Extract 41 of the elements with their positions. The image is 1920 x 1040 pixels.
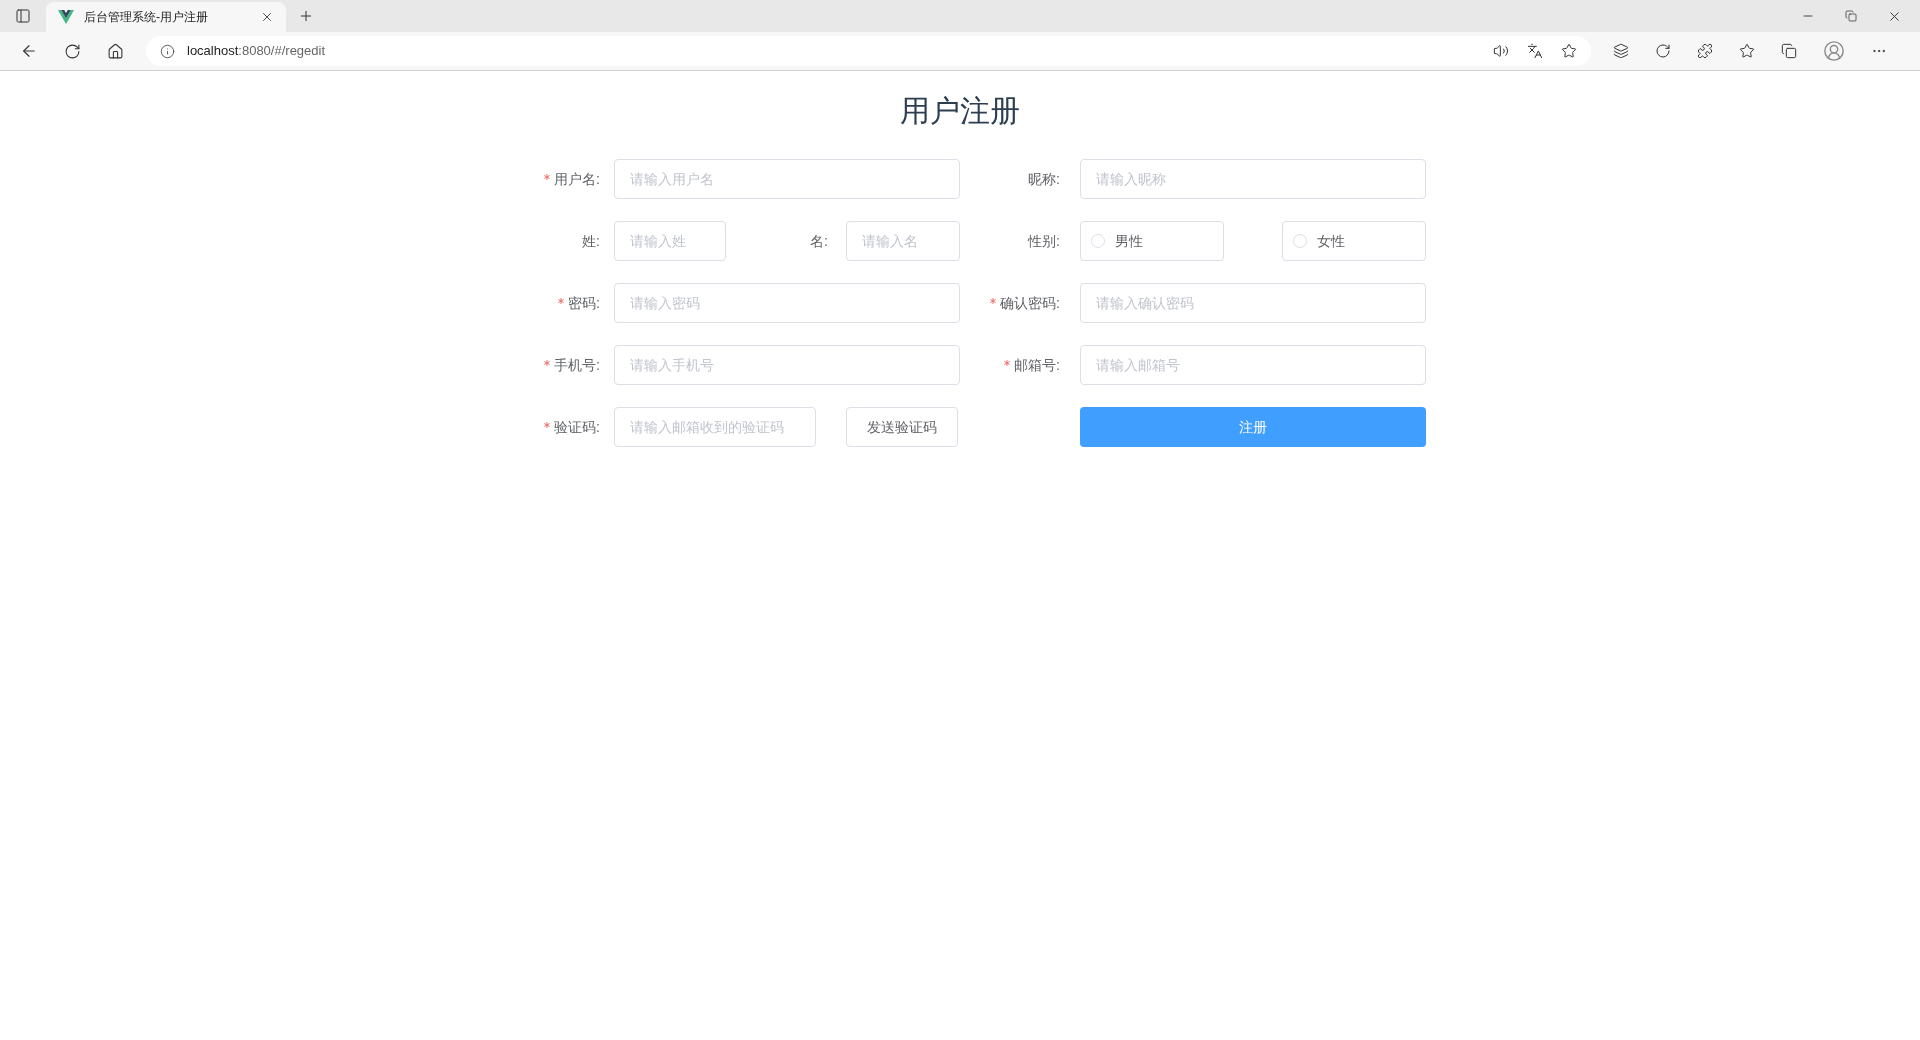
address-bar[interactable]: localhost:8080/#/regedit (146, 36, 1591, 66)
read-aloud-icon[interactable] (1493, 43, 1509, 59)
field-label: 姓: (582, 231, 600, 251)
input-field[interactable]: 请输入姓 (614, 221, 726, 261)
puzzle-icon[interactable] (1697, 43, 1713, 59)
field-label: 手机号: (554, 355, 600, 375)
restore-icon[interactable] (1845, 10, 1857, 22)
field-label: 名: (810, 231, 828, 251)
field-label: 性别: (1028, 231, 1060, 251)
field-label: 确认密码: (1000, 293, 1060, 313)
browser-tab[interactable]: 后台管理系统-用户注册 (46, 2, 286, 32)
page-title: 用户注册 (900, 93, 1020, 129)
radio-option[interactable]: 男性 (1080, 221, 1224, 261)
field-label: 邮箱号: (1014, 355, 1060, 375)
input-field[interactable]: 请输入密码 (614, 283, 960, 323)
field-label: 昵称: (1028, 169, 1060, 189)
input-field[interactable]: 请输入名 (846, 221, 960, 261)
home-icon[interactable] (107, 42, 124, 60)
favorites-icon[interactable] (1739, 43, 1755, 59)
input-field[interactable]: 请输入手机号 (614, 345, 960, 385)
input-field[interactable]: 请输入确认密码 (1080, 283, 1426, 323)
close-icon[interactable] (260, 10, 274, 24)
radio-option[interactable]: 女性 (1282, 221, 1426, 261)
profile-avatar-icon[interactable] (1823, 40, 1845, 62)
reload-icon[interactable] (64, 42, 81, 60)
field-label: 密码: (568, 293, 600, 313)
field-label: 用户名: (554, 169, 600, 189)
send-code-button[interactable]: 发送验证码 (846, 407, 958, 447)
input-field[interactable]: 请输入昵称 (1080, 159, 1426, 199)
sidebar-toggle-icon[interactable] (15, 8, 31, 24)
translate-icon[interactable] (1527, 43, 1543, 59)
field-label: 验证码: (554, 417, 600, 437)
url-text: localhost:8080/#/regedit (187, 42, 326, 61)
new-tab-icon[interactable] (298, 8, 314, 24)
collections-icon[interactable] (1781, 43, 1797, 59)
input-field[interactable]: 请输入邮箱收到的验证码 (614, 407, 816, 447)
info-icon[interactable] (160, 43, 175, 59)
tab-title: 后台管理系统-用户注册 (84, 9, 209, 26)
input-field[interactable]: 请输入用户名 (614, 159, 960, 199)
input-field[interactable]: 请输入邮箱号 (1080, 345, 1426, 385)
v-logo-icon (58, 10, 74, 24)
